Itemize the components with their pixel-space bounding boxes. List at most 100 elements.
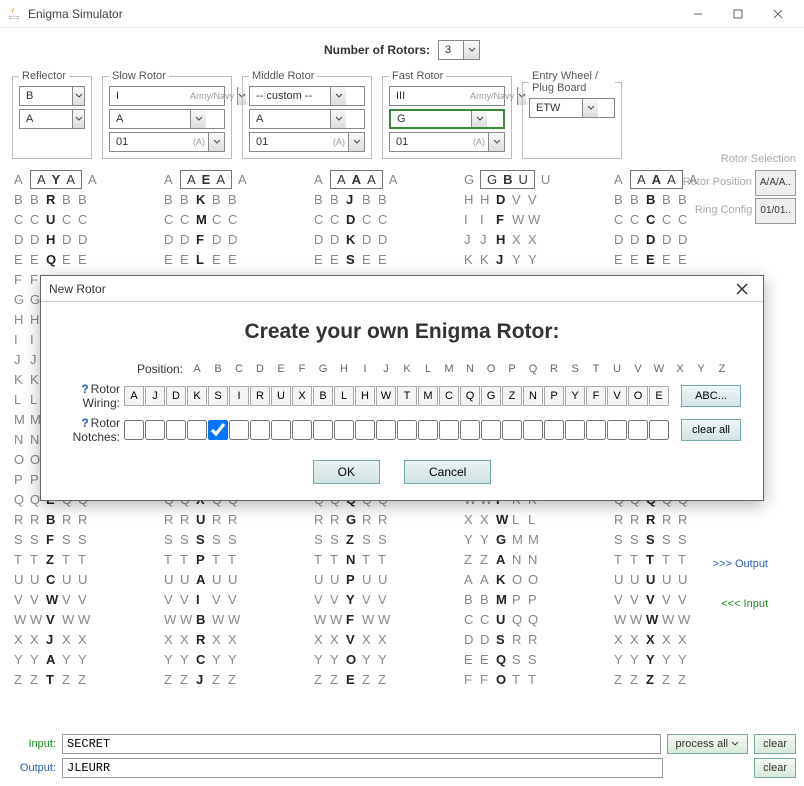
output-field[interactable] <box>62 758 663 778</box>
position-header-cell: U <box>607 363 627 375</box>
position-header-cell: K <box>397 363 417 375</box>
fast-ring-select[interactable]: 01(A) <box>389 132 505 152</box>
notch-checkbox[interactable] <box>565 420 585 440</box>
wiring-cell[interactable] <box>187 386 207 406</box>
notch-checkbox[interactable] <box>313 420 333 440</box>
notch-checkbox[interactable] <box>439 420 459 440</box>
slow-ring-select[interactable]: 01(A) <box>109 132 225 152</box>
middle-rotor-select[interactable]: -- custom -- <box>249 86 365 106</box>
notch-checkbox[interactable] <box>607 420 627 440</box>
position-header-cell: H <box>334 363 354 375</box>
notch-checkbox[interactable] <box>397 420 417 440</box>
notch-checkbox[interactable] <box>586 420 606 440</box>
notch-checkbox[interactable] <box>271 420 291 440</box>
rotor-row: SSSSS <box>608 529 748 549</box>
notch-checkbox[interactable] <box>208 420 228 440</box>
notch-checkbox[interactable] <box>544 420 564 440</box>
middle-pos-select[interactable]: A <box>249 109 365 129</box>
wiring-cell[interactable] <box>439 386 459 406</box>
entry-wheel-select[interactable]: ETW <box>529 98 615 118</box>
rotor-row: UUAUU <box>158 569 298 589</box>
wiring-cell[interactable] <box>586 386 606 406</box>
wiring-cell[interactable] <box>166 386 186 406</box>
fast-rotor-select[interactable]: IIIArmy/Navy <box>389 86 505 106</box>
notch-checkbox[interactable] <box>124 420 144 440</box>
wiring-cell[interactable] <box>649 386 669 406</box>
chevron-down-icon <box>330 110 346 128</box>
notch-checkbox[interactable] <box>334 420 354 440</box>
cancel-button[interactable]: Cancel <box>404 460 491 484</box>
notch-checkbox[interactable] <box>376 420 396 440</box>
notch-checkbox[interactable] <box>187 420 207 440</box>
chevron-down-icon <box>731 740 739 748</box>
notch-checkbox[interactable] <box>628 420 648 440</box>
position-header-cell: R <box>544 363 564 375</box>
notch-checkbox[interactable] <box>523 420 543 440</box>
notch-checkbox[interactable] <box>481 420 501 440</box>
combo-value: G <box>391 113 471 125</box>
wiring-cell[interactable] <box>208 386 228 406</box>
process-all-button[interactable]: process all <box>667 734 749 754</box>
wiring-cell[interactable] <box>397 386 417 406</box>
wiring-cell[interactable] <box>460 386 480 406</box>
clear-output-button[interactable]: clear <box>754 758 796 778</box>
slow-pos-select[interactable]: A <box>109 109 225 129</box>
input-field[interactable] <box>62 734 661 754</box>
rotor-row: DDSRR <box>458 629 598 649</box>
rotor-count-select[interactable]: 3 <box>438 40 480 60</box>
wiring-cell[interactable] <box>607 386 627 406</box>
wiring-cell[interactable] <box>481 386 501 406</box>
notch-checkbox[interactable] <box>649 420 669 440</box>
combo-sublabel: Army/Navy <box>470 91 517 101</box>
wiring-cell[interactable] <box>292 386 312 406</box>
wiring-cell[interactable] <box>271 386 291 406</box>
position-header-cell: W <box>649 363 669 375</box>
clear-input-button[interactable]: clear <box>754 734 796 754</box>
notch-checkbox[interactable] <box>502 420 522 440</box>
notch-checkbox[interactable] <box>418 420 438 440</box>
rotor-row: XXWLL <box>458 509 598 529</box>
minimize-button[interactable] <box>678 0 718 28</box>
abc-button[interactable]: ABC... <box>681 385 741 407</box>
combo-value: 01 <box>250 136 330 148</box>
wiring-cell[interactable] <box>229 386 249 406</box>
help-icon[interactable]: ? <box>81 416 88 430</box>
chevron-down-icon <box>471 111 487 127</box>
combo-value: -- custom -- <box>250 90 330 102</box>
wiring-cell[interactable] <box>124 386 144 406</box>
clear-all-button[interactable]: clear all <box>681 419 741 441</box>
rotor-row: CCUCC <box>8 209 148 229</box>
reflector-pos-select[interactable]: A <box>19 109 85 129</box>
wiring-cell[interactable] <box>313 386 333 406</box>
notch-checkbox[interactable] <box>229 420 249 440</box>
notch-checkbox[interactable] <box>166 420 186 440</box>
rotor-row: YYYYY <box>608 649 748 669</box>
notch-checkbox[interactable] <box>355 420 375 440</box>
reflector-type-select[interactable]: B <box>19 86 85 106</box>
wiring-cell[interactable] <box>628 386 648 406</box>
chevron-down-icon <box>348 133 364 151</box>
wiring-cell[interactable] <box>565 386 585 406</box>
wiring-cell[interactable] <box>544 386 564 406</box>
notch-checkbox[interactable] <box>145 420 165 440</box>
dialog-close-button[interactable] <box>729 276 755 302</box>
wiring-cell[interactable] <box>145 386 165 406</box>
wiring-cell[interactable] <box>376 386 396 406</box>
maximize-button[interactable] <box>718 0 758 28</box>
wiring-cell[interactable] <box>502 386 522 406</box>
wiring-cell[interactable] <box>355 386 375 406</box>
wiring-cell[interactable] <box>523 386 543 406</box>
wiring-cell[interactable] <box>334 386 354 406</box>
fast-pos-select[interactable]: G <box>389 109 505 129</box>
help-icon[interactable]: ? <box>81 382 88 396</box>
ok-button[interactable]: OK <box>313 460 380 484</box>
middle-ring-select[interactable]: 01(A) <box>249 132 365 152</box>
notch-checkbox[interactable] <box>292 420 312 440</box>
notch-checkbox[interactable] <box>250 420 270 440</box>
slow-rotor-select[interactable]: IArmy/Navy <box>109 86 225 106</box>
wiring-cell[interactable] <box>418 386 438 406</box>
wiring-cell[interactable] <box>250 386 270 406</box>
notch-checkbox[interactable] <box>460 420 480 440</box>
rotor-row: YYOYY <box>308 649 448 669</box>
close-button[interactable] <box>758 0 798 28</box>
